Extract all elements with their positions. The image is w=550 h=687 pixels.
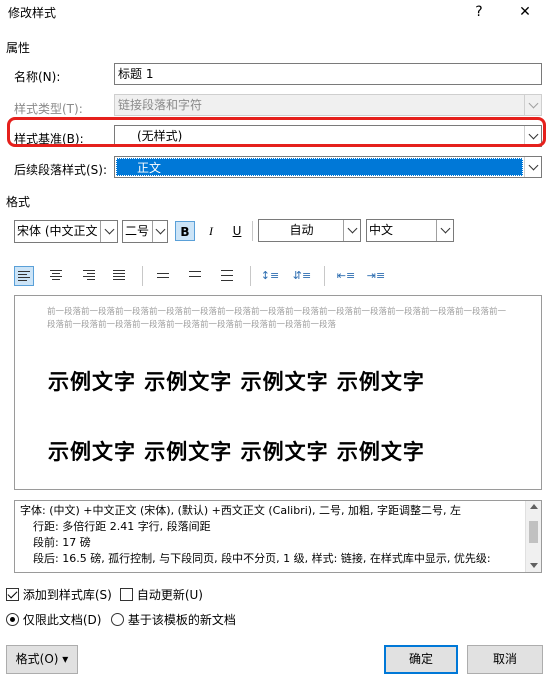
following-style-select[interactable]: 正文 xyxy=(114,156,542,178)
onehalf-spacing-icon xyxy=(189,271,203,277)
increase-indent-icon: ⇥≡ xyxy=(366,269,386,282)
close-button[interactable]: ✕ xyxy=(508,0,542,24)
size-select[interactable]: 二号 xyxy=(122,220,168,243)
underline-button[interactable]: U xyxy=(227,221,247,241)
style-type-value: 链接段落和字符 xyxy=(118,98,203,112)
chevron-down-icon[interactable] xyxy=(524,157,541,177)
language-value: 中文 xyxy=(369,223,394,237)
double-spacing-button[interactable] xyxy=(218,266,238,286)
scroll-up-icon[interactable] xyxy=(530,504,538,509)
following-style-label: 后续段落样式(S): xyxy=(14,163,108,177)
cancel-button[interactable]: 取消 xyxy=(467,645,543,674)
auto-update-checkbox[interactable] xyxy=(120,588,133,601)
decrease-indent-button[interactable]: ⇤≡ xyxy=(336,266,356,286)
style-preview-pane: 前一段落前一段落前一段落前一段落前一段落前一段落前一段落前一段落前一段落前一段落… xyxy=(14,295,542,490)
new-documents-radio[interactable] xyxy=(111,613,124,626)
only-this-document-radio[interactable] xyxy=(6,613,19,626)
sample-text-line: 示例文字 示例文字 示例文字 示例文字 xyxy=(48,369,425,394)
new-documents-label: 基于该模板的新文档 xyxy=(127,613,236,627)
language-select[interactable]: 中文 xyxy=(366,219,454,242)
increase-spacing-before-icon: ↕≡ xyxy=(260,269,280,282)
chevron-down-icon[interactable] xyxy=(436,220,453,241)
chevron-down-icon[interactable] xyxy=(343,220,360,241)
align-center-icon xyxy=(49,270,63,280)
add-to-gallery-label: 添加到样式库(S) xyxy=(22,588,112,602)
properties-section-label: 属性 xyxy=(6,41,31,55)
only-this-document-label: 仅限此文档(D) xyxy=(22,613,102,627)
onehalf-spacing-button[interactable] xyxy=(186,266,206,286)
style-type-label: 样式类型(T): xyxy=(14,102,83,116)
toolbar-divider xyxy=(142,266,143,286)
description-line: 段前: 17 磅 xyxy=(33,536,91,549)
description-line: 行距: 多倍行距 2.41 字行, 段落间距 xyxy=(33,520,211,533)
chevron-down-icon[interactable] xyxy=(152,221,167,242)
chevron-down-icon xyxy=(524,95,541,115)
format-section-label: 格式 xyxy=(6,195,31,209)
toolbar-divider xyxy=(252,221,253,241)
font-color-value: 自动 xyxy=(289,223,314,237)
single-spacing-icon xyxy=(157,273,171,278)
font-color-select[interactable]: 自动 xyxy=(258,219,361,242)
style-description: 字体: (中文) +中文正文 (宋体), (默认) +西文正文 (Calibri… xyxy=(14,500,542,573)
align-left-icon xyxy=(18,271,30,281)
auto-update-option[interactable]: 自动更新(U) xyxy=(120,586,203,603)
align-right-icon xyxy=(81,270,95,280)
bold-button[interactable]: B xyxy=(175,221,195,241)
font-select[interactable]: 宋体 (中文正文 xyxy=(14,220,118,243)
new-documents-option[interactable]: 基于该模板的新文档 xyxy=(111,611,236,628)
increase-indent-button[interactable]: ⇥≡ xyxy=(366,266,386,286)
toolbar-divider xyxy=(250,266,251,286)
description-line: 段后: 16.5 磅, 孤行控制, 与下段同页, 段中不分页, 1 级, 样式:… xyxy=(33,552,491,565)
highlight-annotation-box xyxy=(7,117,546,147)
align-center-button[interactable] xyxy=(46,266,66,286)
decrease-spacing-icon: ⇵≡ xyxy=(292,269,312,282)
size-value: 二号 xyxy=(125,224,150,238)
decrease-spacing-button[interactable]: ⇵≡ xyxy=(292,266,312,286)
scroll-down-icon[interactable] xyxy=(530,563,538,568)
justify-icon xyxy=(113,270,127,280)
scroll-thumb[interactable] xyxy=(529,521,538,543)
align-right-button[interactable] xyxy=(78,266,98,286)
format-menu-button[interactable]: 格式(O) ▾ xyxy=(6,645,78,674)
previous-paragraph-text: 前一段落前一段落前一段落前一段落前一段落前一段落前一段落前一段落前一段落前一段落… xyxy=(47,307,507,330)
dialog-title: 修改样式 xyxy=(8,6,57,20)
add-to-gallery-checkbox[interactable] xyxy=(6,588,19,601)
increase-spacing-before-button[interactable]: ↕≡ xyxy=(260,266,280,286)
sample-text-line: 示例文字 示例文字 示例文字 示例文字 xyxy=(48,439,425,464)
name-input[interactable]: 标题 1 xyxy=(114,63,542,85)
auto-update-label: 自动更新(U) xyxy=(136,588,203,602)
decrease-indent-icon: ⇤≡ xyxy=(336,269,356,282)
italic-button[interactable]: I xyxy=(201,221,221,241)
double-spacing-icon xyxy=(221,270,235,281)
description-scrollbar[interactable] xyxy=(525,501,541,572)
add-to-gallery-option[interactable]: 添加到样式库(S) xyxy=(6,586,112,603)
following-style-value: 正文 xyxy=(116,158,523,176)
style-type-select: 链接段落和字符 xyxy=(114,94,542,116)
ok-button[interactable]: 确定 xyxy=(384,645,458,674)
toolbar-divider xyxy=(324,266,325,286)
description-line: 字体: (中文) +中文正文 (宋体), (默认) +西文正文 (Calibri… xyxy=(20,504,462,517)
align-left-button[interactable] xyxy=(14,266,34,286)
font-value: 宋体 (中文正文 xyxy=(17,224,98,238)
justify-button[interactable] xyxy=(110,266,130,286)
single-spacing-button[interactable] xyxy=(154,266,174,286)
chevron-down-icon[interactable] xyxy=(100,221,117,242)
only-this-document-option[interactable]: 仅限此文档(D) xyxy=(6,611,101,628)
name-label: 名称(N): xyxy=(14,70,61,84)
help-button[interactable]: ? xyxy=(462,0,496,24)
